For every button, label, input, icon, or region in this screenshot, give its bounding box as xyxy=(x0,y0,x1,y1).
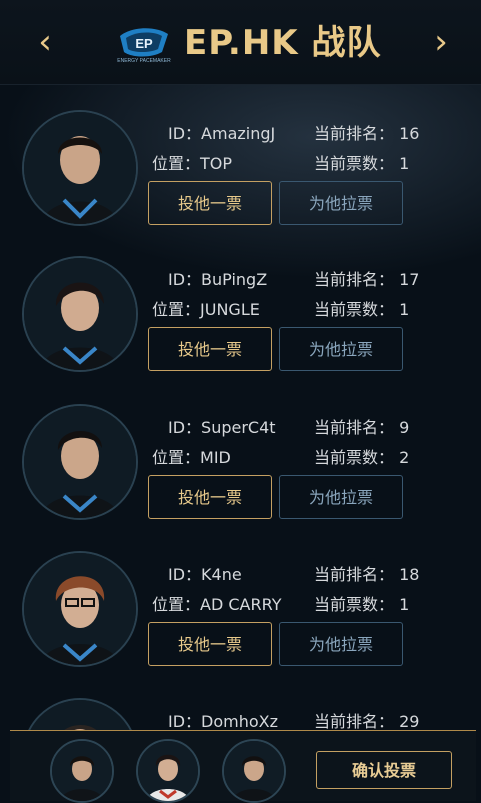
player-card: ID：BuPingZ 位置：JUNGLE 当前排名： 17 当前票数： 1 投他… xyxy=(0,230,481,376)
player-rank: 当前排名： 17 xyxy=(314,270,420,289)
player-rank: 当前排名： 18 xyxy=(314,565,420,584)
player-avatar xyxy=(22,256,138,372)
player-rank: 当前排名： 9 xyxy=(314,418,410,437)
player-avatar xyxy=(22,110,138,226)
vote-button[interactable]: 投他一票 xyxy=(148,622,272,666)
svg-text:EP: EP xyxy=(135,36,153,51)
team-logo: EP ENERGY PACEMAKER xyxy=(112,22,176,66)
player-votes: 当前票数： 2 xyxy=(314,448,410,467)
player-card: ID：SuperC4t 位置：MID 当前排名： 9 当前票数： 2 投他一票 … xyxy=(0,378,481,524)
canvass-button[interactable]: 为他拉票 xyxy=(279,181,403,225)
vote-footer: 确认投票 xyxy=(10,730,476,803)
player-rank: 当前排名： 16 xyxy=(314,124,420,143)
player-card: ID：K4ne 位置：AD CARRY 当前排名： 18 当前票数： 1 投他一… xyxy=(0,525,481,671)
selected-avatar[interactable] xyxy=(222,739,286,803)
selected-avatar[interactable] xyxy=(50,739,114,803)
chevron-right-icon[interactable]: › xyxy=(424,20,458,64)
vote-button[interactable]: 投他一票 xyxy=(148,327,272,371)
canvass-button[interactable]: 为他拉票 xyxy=(279,475,403,519)
page-title: EP.HK 战队 xyxy=(184,23,382,63)
player-avatar xyxy=(22,551,138,667)
player-id: ID：DomhoXz xyxy=(168,712,279,730)
player-position: 位置：AD CARRY xyxy=(152,595,282,614)
player-list[interactable]: ID：AmazingJ 位置：TOP 当前排名： 16 当前票数： 1 投他一票… xyxy=(0,84,481,730)
player-position: 位置：JUNGLE xyxy=(152,300,260,319)
confirm-vote-button[interactable]: 确认投票 xyxy=(316,751,452,789)
canvass-button[interactable]: 为他拉票 xyxy=(279,622,403,666)
player-votes: 当前票数： 1 xyxy=(314,595,410,614)
player-position: 位置：TOP xyxy=(152,154,233,173)
selected-avatar[interactable] xyxy=(136,739,200,803)
player-card: ID：DomhoXz 当前排名： 29 xyxy=(0,672,481,730)
player-votes: 当前票数： 1 xyxy=(314,300,410,319)
canvass-button[interactable]: 为他拉票 xyxy=(279,327,403,371)
vote-button[interactable]: 投他一票 xyxy=(148,181,272,225)
vote-button[interactable]: 投他一票 xyxy=(148,475,272,519)
player-id: ID：SuperC4t xyxy=(168,418,276,437)
player-rank: 当前排名： 29 xyxy=(314,712,420,730)
team-header: ‹ EP ENERGY PACEMAKER EP.HK 战队 › xyxy=(0,0,481,85)
player-avatar xyxy=(22,404,138,520)
player-votes: 当前票数： 1 xyxy=(314,154,410,173)
player-position: 位置：MID xyxy=(152,448,231,467)
player-id: ID：K4ne xyxy=(168,565,242,584)
player-id: ID：AmazingJ xyxy=(168,124,276,143)
player-avatar xyxy=(22,698,138,730)
logo-text: ENERGY PACEMAKER xyxy=(117,58,171,64)
chevron-left-icon[interactable]: ‹ xyxy=(28,20,62,64)
player-id: ID：BuPingZ xyxy=(168,270,268,289)
player-card: ID：AmazingJ 位置：TOP 当前排名： 16 当前票数： 1 投他一票… xyxy=(0,84,481,230)
